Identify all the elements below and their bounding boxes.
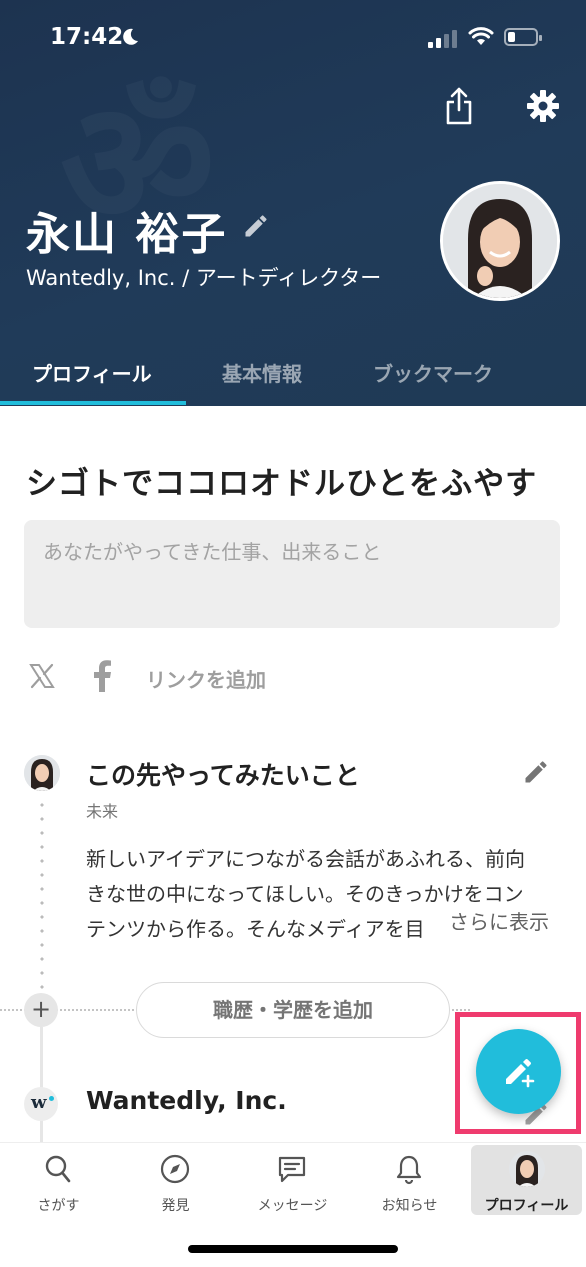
add-link-button[interactable]: リンクを追加 bbox=[146, 664, 266, 693]
description-field[interactable]: あなたがやってきた仕事、出来ること bbox=[24, 520, 560, 628]
profile-tabs: プロフィール 基本情報 ブックマーク bbox=[0, 340, 586, 406]
nav-label: メッセージ bbox=[257, 1198, 328, 1214]
moon-icon bbox=[123, 28, 138, 45]
body-line: 新しいアイデアにつながる会話があふれる、前向 bbox=[86, 847, 525, 871]
nav-profile[interactable]: プロフィール bbox=[471, 1143, 586, 1217]
battery-icon bbox=[504, 28, 542, 46]
profile-header: ॐ 17:42 永山 裕子 Wantedl bbox=[0, 0, 586, 406]
timeline-dotted-line bbox=[40, 798, 44, 994]
nav-discover[interactable]: 発見 bbox=[117, 1143, 234, 1217]
future-card-subtitle: 未来 bbox=[86, 802, 119, 821]
x-twitter-icon[interactable] bbox=[28, 662, 56, 690]
profile-headline[interactable]: シゴトでココロオドルひとをふやす bbox=[26, 458, 537, 503]
profile-avatar-icon bbox=[509, 1151, 545, 1187]
add-plus-icon[interactable]: + bbox=[24, 993, 58, 1027]
tab-basic-info[interactable]: 基本情報 bbox=[222, 358, 302, 387]
tab-bookmarks[interactable]: ブックマーク bbox=[373, 358, 493, 387]
nav-label: さがす bbox=[37, 1198, 80, 1214]
nav-notifications[interactable]: お知らせ bbox=[351, 1143, 468, 1217]
career-company-name: Wantedly, Inc. bbox=[86, 1086, 287, 1115]
company-role: Wantedly, Inc. / アートディレクター bbox=[26, 266, 382, 290]
cellular-signal-icon bbox=[428, 30, 457, 48]
edit-pencil-icon[interactable] bbox=[522, 758, 550, 786]
wifi-icon bbox=[468, 27, 494, 45]
home-indicator bbox=[188, 1245, 398, 1253]
profile-name: 永山 裕子 bbox=[26, 209, 228, 260]
fab-highlight-box bbox=[455, 1012, 581, 1134]
active-tab-indicator bbox=[0, 401, 186, 405]
facebook-icon[interactable] bbox=[92, 660, 112, 692]
edit-name-pencil-icon[interactable] bbox=[242, 212, 270, 240]
nav-search[interactable]: さがす bbox=[0, 1143, 117, 1217]
future-card-title: この先やってみたいこと bbox=[86, 761, 360, 790]
search-icon bbox=[45, 1155, 71, 1183]
add-career-button[interactable]: 職歴・学歴を追加 bbox=[136, 982, 450, 1038]
body-line: テンツから作る。そんなメディアを目 bbox=[86, 917, 425, 941]
gear-icon[interactable] bbox=[526, 89, 560, 123]
compass-icon bbox=[160, 1154, 190, 1184]
tab-profile[interactable]: プロフィール bbox=[32, 358, 152, 387]
nav-label: プロフィール bbox=[484, 1198, 569, 1214]
wantedly-logo-icon: w bbox=[24, 1087, 58, 1121]
nav-label: お知らせ bbox=[381, 1198, 438, 1214]
bell-icon bbox=[396, 1155, 422, 1185]
nav-messages[interactable]: メッセージ bbox=[234, 1143, 351, 1217]
nav-label: 発見 bbox=[161, 1198, 190, 1214]
status-time: 17:42 bbox=[50, 24, 124, 50]
message-icon bbox=[278, 1156, 306, 1183]
card-avatar bbox=[24, 755, 60, 791]
profile-avatar[interactable] bbox=[440, 181, 560, 301]
see-more-link[interactable]: さらに表示 bbox=[425, 905, 549, 940]
share-icon[interactable] bbox=[444, 86, 474, 126]
description-placeholder: あなたがやってきた仕事、出来ること bbox=[43, 540, 382, 564]
